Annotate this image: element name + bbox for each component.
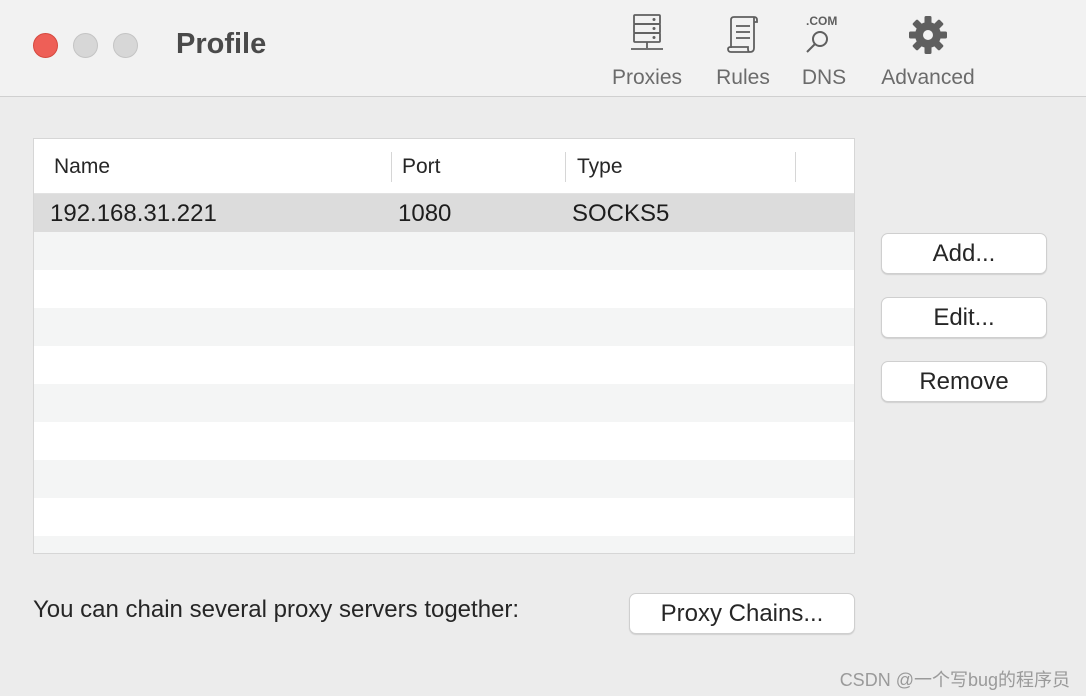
toolbar-dns-tab[interactable]: .COM DNS xyxy=(795,10,853,94)
proxy-table[interactable]: Name Port Type 192.168.31.221 1080 SOCKS… xyxy=(33,138,855,554)
cell-port: 1080 xyxy=(398,200,452,227)
empty-row xyxy=(34,270,854,308)
minimize-window-button[interactable] xyxy=(73,33,98,58)
toolbar-rules-label: Rules xyxy=(716,66,770,89)
window-titlebar: Profile Proxies Rules .COM DNS Advanced xyxy=(0,0,1086,97)
column-header-port[interactable]: Port xyxy=(402,155,441,179)
server-icon xyxy=(630,14,664,59)
column-separator xyxy=(391,152,392,182)
empty-row xyxy=(34,460,854,498)
column-header-name[interactable]: Name xyxy=(54,155,110,179)
zoom-window-button[interactable] xyxy=(113,33,138,58)
empty-row xyxy=(34,232,854,270)
dns-magnifier-icon: .COM xyxy=(802,14,846,63)
toolbar-proxies-tab[interactable]: Proxies xyxy=(604,10,690,94)
cell-type: SOCKS5 xyxy=(572,200,670,227)
empty-row xyxy=(34,308,854,346)
column-separator xyxy=(565,152,566,182)
toolbar-rules-tab[interactable]: Rules xyxy=(708,10,778,94)
close-window-button[interactable] xyxy=(33,33,58,58)
empty-row xyxy=(34,536,854,553)
watermark: CSDN @一个写bug的程序员 xyxy=(839,670,1070,690)
table-row[interactable]: 192.168.31.221 1080 SOCKS5 xyxy=(34,194,854,232)
empty-row xyxy=(34,346,854,384)
chain-description: You can chain several proxy servers toge… xyxy=(33,596,520,623)
remove-button[interactable]: Remove xyxy=(881,361,1047,402)
table-header: Name Port Type xyxy=(34,139,854,194)
gear-icon xyxy=(907,14,949,61)
window-title: Profile xyxy=(176,28,267,60)
cell-name: 192.168.31.221 xyxy=(50,200,217,227)
scroll-icon xyxy=(726,14,760,61)
proxy-chains-button[interactable]: Proxy Chains... xyxy=(629,593,855,634)
column-separator xyxy=(795,152,796,182)
empty-row xyxy=(34,384,854,422)
empty-row xyxy=(34,422,854,460)
edit-button[interactable]: Edit... xyxy=(881,297,1047,338)
empty-row xyxy=(34,498,854,536)
toolbar-advanced-label: Advanced xyxy=(881,66,975,89)
column-header-type[interactable]: Type xyxy=(577,155,623,179)
toolbar-advanced-tab[interactable]: Advanced xyxy=(870,10,986,94)
toolbar-proxies-label: Proxies xyxy=(611,66,683,89)
toolbar-dns-label: DNS xyxy=(801,66,847,89)
add-button[interactable]: Add... xyxy=(881,233,1047,274)
dns-icon-text: .COM xyxy=(806,14,837,28)
